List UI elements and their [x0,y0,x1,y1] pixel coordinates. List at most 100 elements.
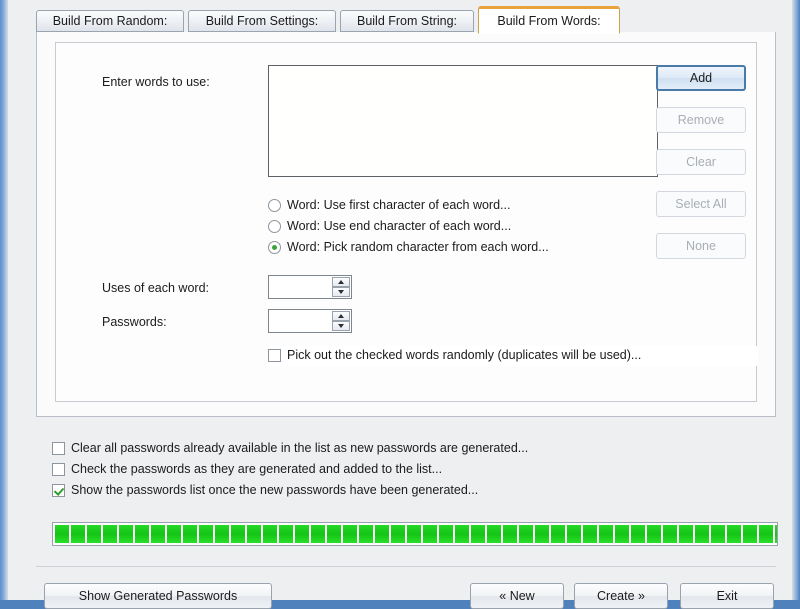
none-button: None [656,233,746,259]
progress-segment [135,525,149,543]
progress-segment [55,525,69,543]
exit-button[interactable]: Exit [680,583,774,609]
passwords-count-label: Passwords: [102,315,167,329]
radio-use-first-character[interactable]: Word: Use first character of each word..… [268,198,510,212]
tab-label: Build From Words: [497,14,601,28]
inner-panel: Enter words to use: Word: Use first char… [55,42,758,402]
spinner-buttons [332,311,350,331]
dialog-client-area: Build From Random: Build From Settings: … [8,0,792,609]
progress-segment [679,525,693,543]
radio-pick-random-character[interactable]: Word: Pick random character from each wo… [268,240,549,254]
checkbox-label: Pick out the checked words randomly (dup… [287,348,642,362]
tab-label: Build From Random: [52,14,168,28]
progress-segment [423,525,437,543]
progress-segment [567,525,581,543]
checkbox-indicator [268,348,281,362]
radio-label: Word: Use end character of each word... [287,219,512,233]
radio-indicator [268,240,281,254]
checkbox-indicator [52,462,65,476]
progress-segment [743,525,757,543]
progress-segment [375,525,389,543]
checkbox-show-passwords-list[interactable]: Show the passwords list once the new pas… [52,483,478,497]
progress-segment [455,525,469,543]
button-label: Create » [597,589,645,603]
progress-segment [359,525,373,543]
tab-build-from-random[interactable]: Build From Random: [36,10,184,32]
spinner-down-button[interactable] [332,321,350,331]
progress-segment [215,525,229,543]
progress-segment [711,525,725,543]
progress-segment [471,525,485,543]
progress-segment [343,525,357,543]
checkbox-indicator [52,483,65,497]
add-button[interactable]: Add [656,65,746,91]
progress-segment [551,525,565,543]
remove-button: Remove [656,107,746,133]
generation-progress-bar [52,522,778,546]
progress-segment [407,525,421,543]
progress-segment [327,525,341,543]
radio-indicator [268,198,281,212]
progress-segment [167,525,181,543]
spinner-up-button[interactable] [332,311,350,321]
spinner-up-button[interactable] [332,277,350,287]
checkbox-clear-all-passwords[interactable]: Clear all passwords already available in… [52,441,528,455]
progress-segment [295,525,309,543]
radio-use-end-character[interactable]: Word: Use end character of each word... [268,219,511,233]
progress-segment [663,525,677,543]
checkbox-indicator [52,441,65,455]
enter-words-label: Enter words to use: [102,75,210,89]
progress-segment [487,525,501,543]
tab-label: Build From Settings: [205,14,319,28]
progress-segment [535,525,549,543]
radio-label: Word: Use first character of each word..… [287,198,511,212]
uses-of-each-word-spinner[interactable] [268,275,352,299]
radio-indicator [268,219,281,233]
button-label: Remove [677,113,725,127]
progress-segment [231,525,245,543]
checkbox-pick-random-words[interactable]: Pick out the checked words randomly (dup… [268,348,641,362]
chevron-down-icon [338,290,344,294]
tab-strip: Build From Random: Build From Settings: … [36,6,776,34]
tab-label: Build From String: [356,14,458,28]
button-label: Show Generated Passwords [78,589,238,603]
progress-segment [727,525,741,543]
chevron-up-icon [338,314,344,318]
progress-segment [615,525,629,543]
button-label: Select All [675,197,727,211]
button-label: Clear [686,155,716,169]
tab-build-from-words[interactable]: Build From Words: [478,6,620,34]
tab-build-from-settings[interactable]: Build From Settings: [188,10,336,32]
checkbox-label: Clear all passwords already available in… [71,441,529,455]
progress-segment [695,525,709,543]
new-button[interactable]: « New [470,583,564,609]
checkbox-label: Show the passwords list once the new pas… [71,483,479,497]
progress-segment [183,525,197,543]
progress-segment [103,525,117,543]
passwords-count-spinner[interactable] [268,309,352,333]
chevron-up-icon [338,280,344,284]
words-textarea[interactable] [268,65,658,177]
progress-segment [279,525,293,543]
progress-segment [119,525,133,543]
progress-segment [599,525,613,543]
create-button[interactable]: Create » [574,583,668,609]
tab-page-build-from-words: Enter words to use: Word: Use first char… [36,32,776,417]
progress-segment [503,525,517,543]
progress-segment [247,525,261,543]
progress-segment [439,525,453,543]
chevron-down-icon [338,324,344,328]
tab-build-from-string[interactable]: Build From String: [340,10,474,32]
show-generated-passwords-button[interactable]: Show Generated Passwords [44,583,272,609]
button-label: Exit [716,589,738,603]
checkbox-check-passwords[interactable]: Check the passwords as they are generate… [52,462,442,476]
progress-segment [519,525,533,543]
spinner-down-button[interactable] [332,287,350,297]
progress-segment [631,525,645,543]
progress-segment [583,525,597,543]
progress-segment [775,525,777,543]
progress-segment [263,525,277,543]
button-label: « New [499,589,535,603]
radio-label: Word: Pick random character from each wo… [287,240,549,254]
select-all-button: Select All [656,191,746,217]
